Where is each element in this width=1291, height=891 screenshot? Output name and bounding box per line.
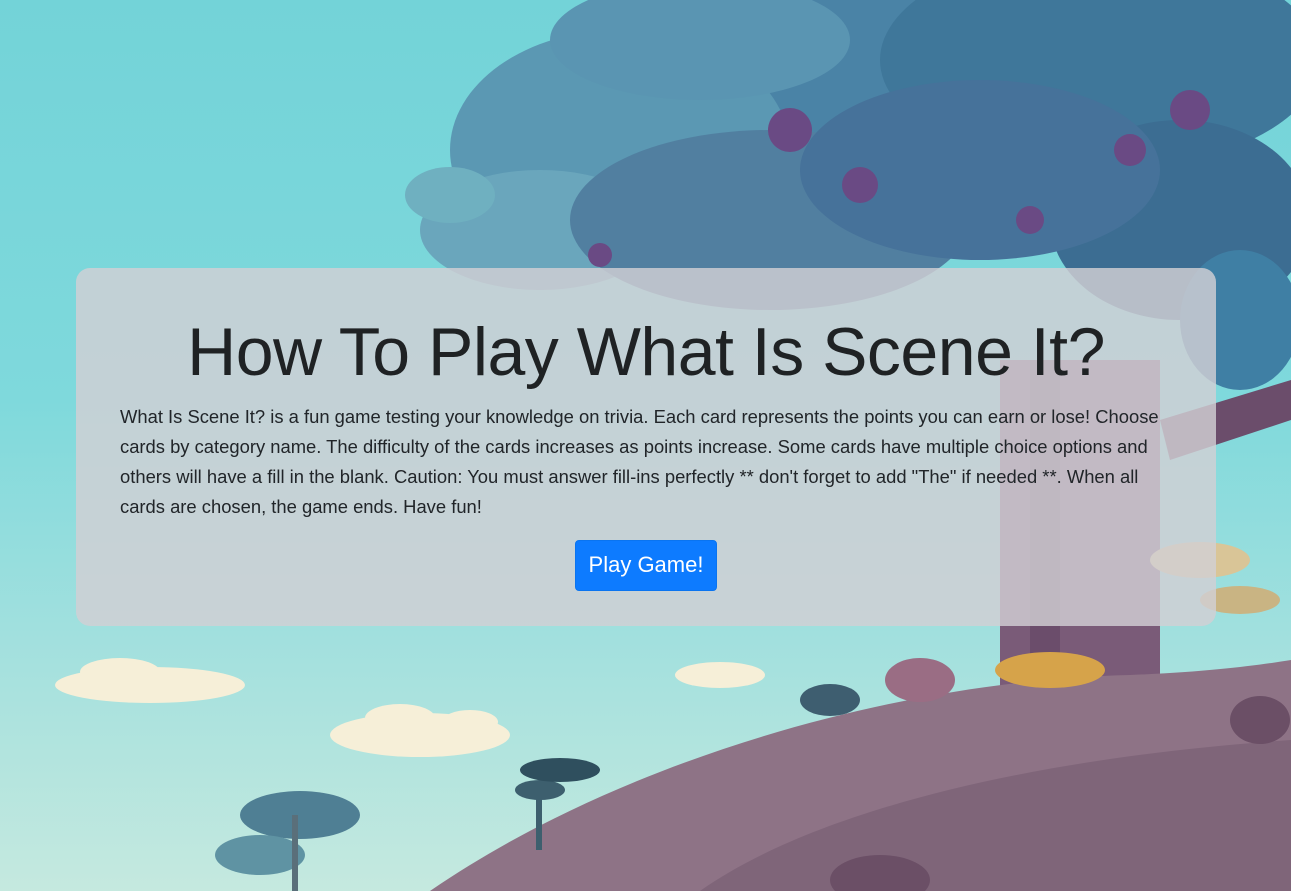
page-title: How To Play What Is Scene It? <box>187 314 1105 390</box>
play-game-button[interactable]: Play Game! <box>574 540 718 591</box>
button-container: Play Game! <box>120 540 1172 591</box>
how-to-play-panel: How To Play What Is Scene It? What Is Sc… <box>76 268 1216 626</box>
clouds <box>55 658 765 757</box>
game-rules-text: What Is Scene It? is a fun game testing … <box>120 406 1159 517</box>
game-landing-page: How To Play What Is Scene It? What Is Sc… <box>0 0 1291 891</box>
